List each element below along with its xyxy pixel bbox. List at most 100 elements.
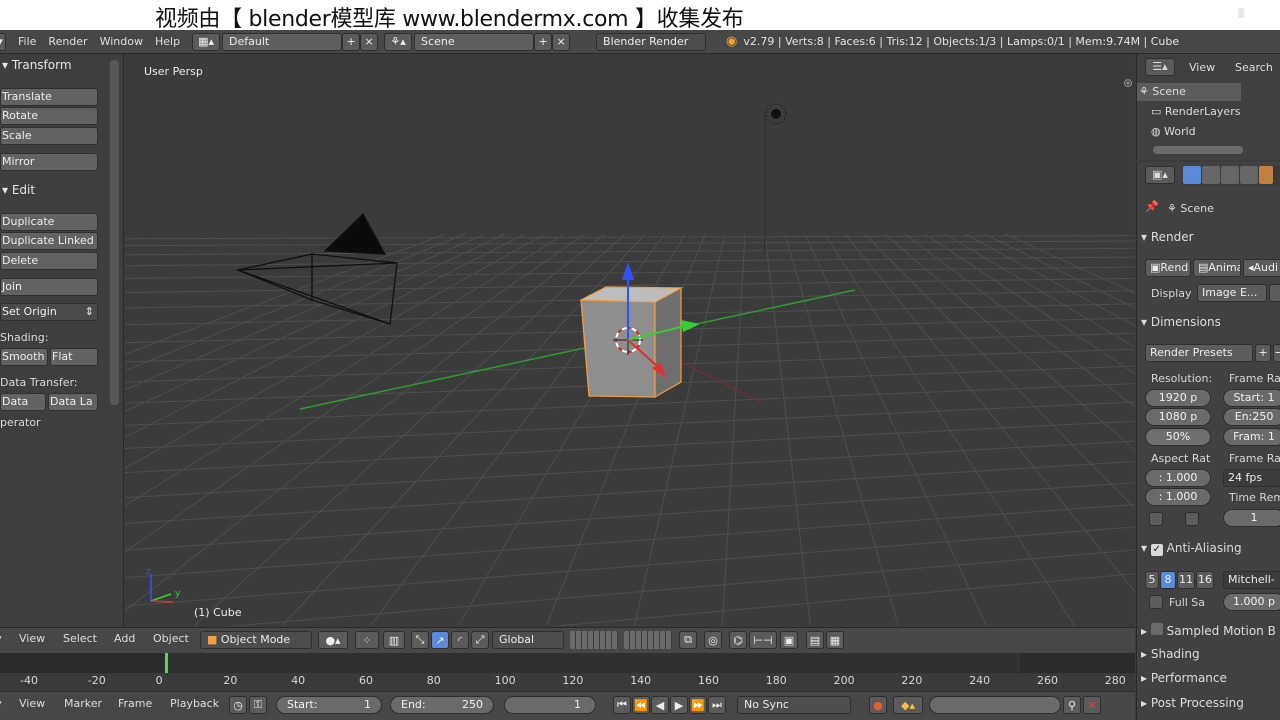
sampled-motion-blur-panel-header[interactable]: ▸ Sampled Motion B [1141,623,1276,638]
rotate-manipulator-icon[interactable]: ◜ [451,631,469,649]
timeline-menu-view[interactable]: View [19,697,45,710]
frame-end-input[interactable]: End: 250 [390,696,494,714]
render-tab-icon[interactable] [1183,166,1201,184]
opengl-render-animation-icon[interactable]: ▤ [806,631,824,649]
smooth-button[interactable]: Smooth [0,348,48,366]
timeline-menu-playback[interactable]: Playback [170,697,219,710]
aspect-x-field[interactable]: : 1.000 [1145,469,1211,487]
outliner-scrollbar[interactable] [1153,146,1243,154]
resolution-percentage-field[interactable]: 50% [1145,428,1211,446]
editor-type-icon[interactable]: ▾ [0,32,6,51]
outliner-editor-icon[interactable]: ☰▴ [1145,58,1175,76]
layout-field[interactable]: Default [222,32,343,51]
menu-window[interactable]: Window [94,35,149,48]
pivot-point-select[interactable]: ⁘ [355,631,379,649]
properties-context-tabs[interactable] [1183,166,1280,186]
timeline-editor[interactable]: -40 -20 0 20 40 60 80 100 120 140 160 180 200 220 240 2… [0,653,1135,689]
snap-element-select[interactable]: ⊢⊣ [749,631,777,649]
add-preset-button[interactable]: + [1255,344,1271,362]
display-lock-icon[interactable] [1269,284,1280,302]
view3d-menu-object[interactable]: Object [153,632,189,645]
frame-start-input[interactable]: Start: 1 [276,696,382,714]
frame-end-field[interactable]: En:250 [1223,408,1280,426]
render-presets-select[interactable]: Render Presets [1145,344,1253,362]
frame-start-field[interactable]: Start: 1 [1223,389,1280,407]
remove-layout-button[interactable]: × [360,32,379,51]
resolution-x-field[interactable]: 1920 p [1145,389,1211,407]
viewport-plus-icon[interactable]: ⊕ [1123,76,1133,90]
timeline-menu-frame[interactable]: Frame [118,697,152,710]
frame-step-field[interactable]: Fram: 1 [1223,428,1280,446]
view3d-editor-icon[interactable]: ▾ [0,632,2,645]
anti-aliasing-panel-header[interactable]: ▾ ✓ Anti-Aliasing [1141,541,1242,556]
render-engine-select[interactable]: Blender Render [596,32,707,51]
play-icon[interactable]: ▶ [670,696,688,714]
world-tab-icon[interactable] [1240,166,1258,184]
scale-button[interactable]: Scale [0,127,98,145]
scene-layers-grid-b[interactable] [624,631,672,649]
3d-viewport[interactable]: y z User Persp (1) Cube ⊕ [125,54,1135,626]
properties-editor-icon[interactable]: ▣▴ [1145,166,1175,184]
keying-set-field[interactable] [929,696,1061,714]
menu-file[interactable]: File [12,35,42,48]
crop-checkbox[interactable] [1185,512,1199,526]
motion-blur-checkbox[interactable] [1150,623,1163,635]
lock-layers-icon[interactable]: ⧉ [679,631,697,649]
sync-mode-select[interactable]: No Sync [737,696,851,714]
render-animation-button[interactable]: ▤Anima [1193,259,1241,277]
flat-button[interactable]: Flat [50,348,98,366]
auto-keying-icon[interactable]: ● [869,696,887,714]
timeline-menu-marker[interactable]: Marker [64,697,102,710]
interaction-mode-select[interactable]: ■ Object Mode [200,631,312,649]
display-select[interactable]: Image E... [1197,284,1267,302]
view3d-menu-select[interactable]: Select [63,632,97,645]
layer-visibility-icon[interactable]: ▥ [383,631,405,649]
outliner-view-menu[interactable]: View [1189,61,1215,74]
proportional-edit-icon[interactable]: ◎ [704,631,722,649]
render-layers-tab-icon[interactable] [1202,166,1220,184]
data-button[interactable]: Data [0,393,46,411]
tool-shelf-scrollbar[interactable] [110,60,119,405]
mirror-button[interactable]: Mirror [0,153,98,171]
operator-panel-header[interactable]: perator [0,416,41,429]
remove-scene-button[interactable]: × [552,32,571,51]
full-sample-checkbox[interactable] [1149,595,1163,609]
data-layout-button[interactable]: Data La [48,393,98,411]
edit-panel-header[interactable]: ▾ Edit [0,183,35,197]
render-audio-button[interactable]: ◂Audi [1243,259,1280,277]
scene-field[interactable]: Scene [414,32,535,51]
remove-preset-button[interactable]: − [1273,344,1280,362]
aa-samples-16[interactable]: 16 [1196,571,1214,589]
aa-filter-select[interactable]: Mitchell- [1223,571,1280,589]
jump-keyframe-back-icon[interactable]: ⏪ [632,696,650,714]
add-layout-button[interactable]: + [342,32,361,51]
frame-rate-select[interactable]: 24 fps [1223,469,1280,487]
scale-manipulator-icon[interactable]: ⤢ [471,631,489,649]
outliner-item-world[interactable]: ◍ World [1151,125,1196,138]
scene-icon[interactable]: ⚘▴ [384,32,413,51]
outliner-search-menu[interactable]: Search [1235,61,1273,74]
translate-manipulator-icon[interactable]: ↗ [431,631,449,649]
viewport-shading-select[interactable]: ●▴ [318,631,348,649]
scene-tab-icon[interactable] [1221,166,1239,184]
view3d-menu-view[interactable]: View [19,632,45,645]
delete-button[interactable]: Delete [0,252,98,270]
manipulator-toggle-icon[interactable]: ⤡ [411,631,429,649]
shading-panel-header[interactable]: ▸ Shading [1141,647,1200,661]
outliner-item-renderlayers[interactable]: ▭ RenderLayers [1151,105,1240,118]
opengl-render-view-icon[interactable]: ▦ [826,631,844,649]
duplicate-button[interactable]: Duplicate [0,213,98,231]
aspect-y-field[interactable]: : 1.000 [1145,488,1211,506]
translate-button[interactable]: Translate [0,88,98,106]
insert-keyframe-icon[interactable]: ⚲ [1063,696,1081,714]
timeline-editor-icon[interactable]: ▾ [0,697,2,710]
border-checkbox[interactable] [1149,512,1163,526]
anti-aliasing-checkbox[interactable]: ✓ [1150,544,1163,556]
current-frame-cursor[interactable] [165,653,168,673]
join-button[interactable]: Join [0,278,98,296]
duplicate-linked-button[interactable]: Duplicate Linked [0,232,98,250]
rotate-button[interactable]: Rotate [0,107,98,125]
object-tab-icon[interactable] [1259,166,1273,184]
transform-panel-header[interactable]: ▾ Transform [0,58,72,72]
aa-samples-11[interactable]: 11 [1177,571,1195,589]
